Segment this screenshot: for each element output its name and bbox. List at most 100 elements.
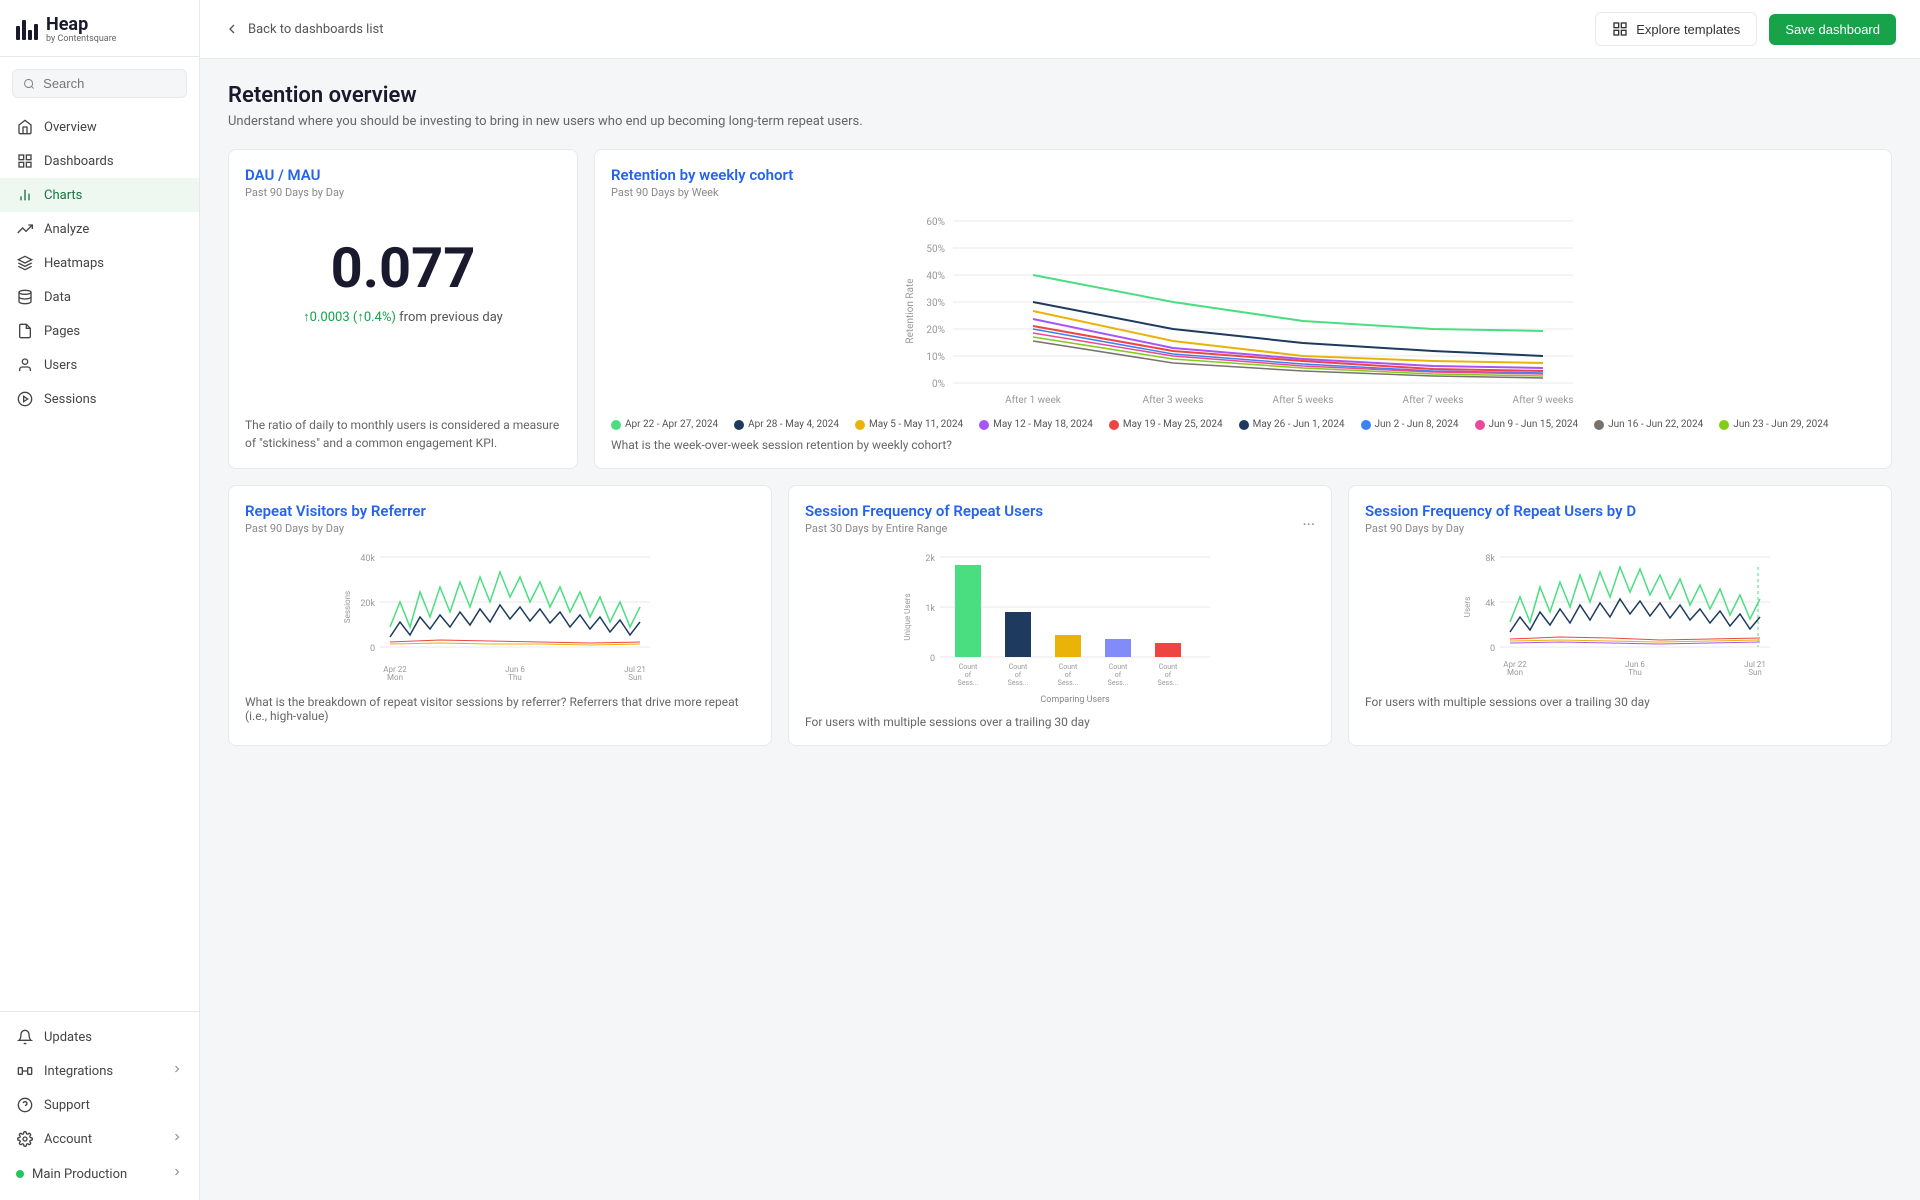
back-to-dashboards-link[interactable]: Back to dashboards list: [224, 21, 383, 37]
explore-templates-button[interactable]: Explore templates: [1595, 12, 1757, 46]
logo-name: Heap: [46, 16, 116, 34]
sidebar-item-dashboards[interactable]: Dashboards: [0, 144, 199, 178]
legend-item-9: Jun 23 - Jun 29, 2024: [1719, 419, 1828, 430]
svg-text:0: 0: [930, 654, 935, 664]
legend-item-7: Jun 9 - Jun 15, 2024: [1475, 419, 1579, 430]
svg-text:After 3 weeks: After 3 weeks: [1143, 394, 1204, 406]
back-label: Back to dashboards list: [248, 22, 383, 37]
svg-text:After 9 weeks: After 9 weeks: [1513, 394, 1574, 406]
sidebar-label-users: Users: [44, 358, 77, 373]
session-freq-b-svg: 8k 4k 0 Apr 22 Mon Jun 6 Thu Jul 21 Sun …: [1365, 547, 1875, 687]
grid-icon: [16, 152, 34, 170]
bell-icon: [16, 1028, 34, 1046]
sidebar-label-pages: Pages: [44, 324, 80, 339]
retention-weekly-card: Retention by weekly cohort Past 90 Days …: [594, 149, 1892, 469]
svg-text:of: of: [1165, 671, 1172, 679]
dau-mau-change: ↑0.0003 (↑0.4%) from previous day: [245, 309, 561, 325]
sidebar-item-account[interactable]: Account: [0, 1122, 199, 1156]
legend-label-6: Jun 2 - Jun 8, 2024: [1375, 419, 1459, 430]
sidebar-item-heatmaps[interactable]: Heatmaps: [0, 246, 199, 280]
page-subtitle: Understand where you should be investing…: [228, 114, 1892, 129]
session-freq-title-wrap: Session Frequency of Repeat Users Past 3…: [805, 502, 1043, 547]
logo-bar-3: [28, 30, 32, 40]
svg-text:Count: Count: [1109, 663, 1128, 671]
templates-icon: [1612, 21, 1628, 37]
svg-text:Sessions: Sessions: [343, 591, 352, 623]
legend-label-5: May 26 - Jun 1, 2024: [1253, 419, 1345, 430]
session-freq-b-period: Past 90 Days by Day: [1365, 522, 1875, 535]
dau-mau-value: 0.077: [245, 235, 561, 301]
search-icon: [23, 77, 35, 91]
legend-dot-8: [1594, 420, 1604, 430]
legend-label-2: May 5 - May 11, 2024: [869, 419, 963, 430]
svg-text:20%: 20%: [926, 325, 945, 336]
legend-item-4: May 19 - May 25, 2024: [1109, 419, 1223, 430]
session-freq-b-title: Session Frequency of Repeat Users by D: [1365, 502, 1875, 520]
bar-5: [1155, 643, 1181, 657]
sidebar-item-integrations[interactable]: Integrations: [0, 1054, 199, 1088]
svg-text:After 5 weeks: After 5 weeks: [1273, 394, 1334, 406]
session-freq-b-card: Session Frequency of Repeat Users by D P…: [1348, 485, 1892, 746]
legend-item-0: Apr 22 - Apr 27, 2024: [611, 419, 718, 430]
svg-text:After 1 week: After 1 week: [1005, 394, 1062, 406]
svg-text:Sess...: Sess...: [1008, 679, 1029, 687]
sidebar-item-charts[interactable]: Charts: [0, 178, 199, 212]
retention-svg: 60% 50% 40% 30% 20% 10% 0% After 1 week …: [611, 211, 1875, 411]
sidebar-label-updates: Updates: [44, 1030, 92, 1045]
svg-text:Count: Count: [1159, 663, 1178, 671]
legend-item-1: Apr 28 - May 4, 2024: [734, 419, 839, 430]
svg-text:0: 0: [1490, 644, 1495, 654]
bar-4: [1105, 639, 1131, 657]
sidebar-label-data: Data: [44, 290, 71, 305]
sidebar-label-overview: Overview: [44, 120, 97, 135]
legend-label-8: Jun 16 - Jun 22, 2024: [1608, 419, 1703, 430]
sidebar-label-account: Account: [44, 1132, 92, 1147]
svg-text:60%: 60%: [926, 217, 945, 228]
sidebar-item-overview[interactable]: Overview: [0, 110, 199, 144]
session-freq-svg: 2k 1k 0 Unique Users: [805, 547, 1315, 707]
svg-text:20k: 20k: [360, 599, 375, 609]
sidebar-item-sessions[interactable]: Sessions: [0, 382, 199, 416]
svg-text:Thu: Thu: [508, 673, 522, 682]
search-box[interactable]: [12, 69, 187, 98]
sidebar-item-data[interactable]: Data: [0, 280, 199, 314]
legend-item-8: Jun 16 - Jun 22, 2024: [1594, 419, 1703, 430]
sidebar-item-pages[interactable]: Pages: [0, 314, 199, 348]
home-icon: [16, 118, 34, 136]
dau-mau-card: DAU / MAU Past 90 Days by Day 0.077 ↑0.0…: [228, 149, 578, 469]
svg-text:40%: 40%: [926, 271, 945, 282]
svg-text:of: of: [1015, 671, 1022, 679]
trending-up-icon: [16, 220, 34, 238]
legend-dot-4: [1109, 420, 1119, 430]
env-status-dot: [16, 1170, 24, 1178]
dau-change-value: ↑0.0003: [303, 310, 349, 325]
main-nav: Overview Dashboards Charts Analyze Heatm…: [0, 106, 199, 1011]
svg-text:Sun: Sun: [628, 673, 642, 682]
search-input[interactable]: [43, 76, 176, 91]
sidebar-item-support[interactable]: Support: [0, 1088, 199, 1122]
save-dashboard-button[interactable]: Save dashboard: [1769, 14, 1896, 45]
sidebar-item-updates[interactable]: Updates: [0, 1020, 199, 1054]
logo-text: Heap by Contentsquare: [46, 16, 116, 44]
legend-dot-1: [734, 420, 744, 430]
dashboard-grid: DAU / MAU Past 90 Days by Day 0.077 ↑0.0…: [228, 149, 1892, 746]
session-freq-card: Session Frequency of Repeat Users Past 3…: [788, 485, 1332, 746]
repeat-visitors-svg: 40k 20k 0 Apr 22 Mon Jun 6 Thu Jul 21 Su…: [245, 547, 755, 687]
svg-text:30%: 30%: [926, 298, 945, 309]
legend-dot-0: [611, 420, 621, 430]
svg-text:Sess...: Sess...: [958, 679, 979, 687]
session-freq-header: Session Frequency of Repeat Users Past 3…: [805, 502, 1315, 547]
legend-label-3: May 12 - May 18, 2024: [993, 419, 1093, 430]
legend-dot-2: [855, 420, 865, 430]
more-options-button[interactable]: ···: [1302, 515, 1315, 534]
svg-text:Retention Rate: Retention Rate: [905, 278, 916, 343]
sidebar-item-users[interactable]: Users: [0, 348, 199, 382]
main-content: Back to dashboards list Explore template…: [200, 0, 1920, 1200]
page-title: Retention overview: [228, 83, 1892, 108]
retention-weekly-title: Retention by weekly cohort: [611, 166, 1875, 184]
logo-icon: [16, 20, 38, 40]
sidebar-item-analyze[interactable]: Analyze: [0, 212, 199, 246]
repeat-visitors-card: Repeat Visitors by Referrer Past 90 Days…: [228, 485, 772, 746]
logo-bar-4: [34, 24, 38, 40]
environment-selector[interactable]: Main Production: [0, 1156, 199, 1192]
